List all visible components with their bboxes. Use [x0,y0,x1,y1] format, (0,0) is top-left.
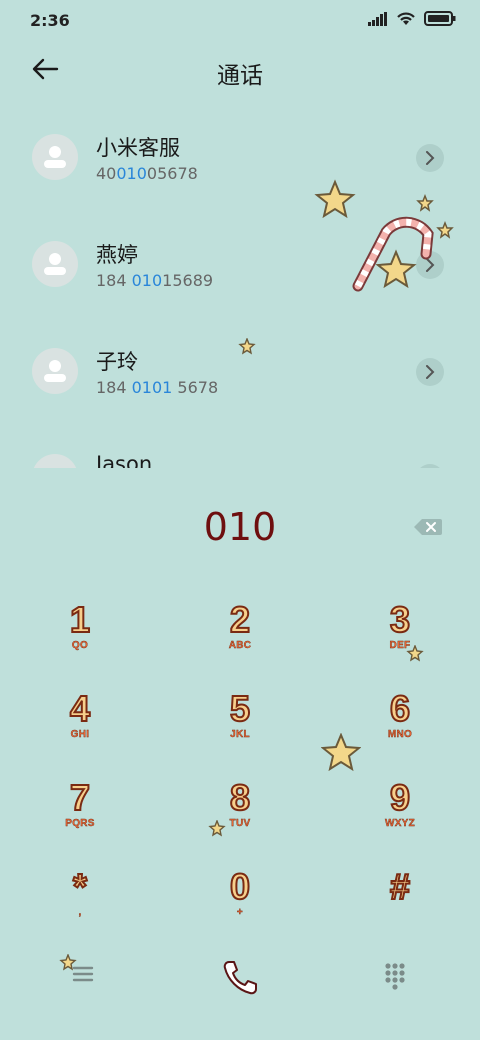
person-icon [44,360,66,382]
phone-icon [223,961,257,995]
backspace-button[interactable] [414,518,442,536]
status-time: 2:36 [30,11,70,30]
match-highlight: 010 [131,271,163,290]
key-1[interactable]: 1 QO [0,599,160,689]
key-9[interactable]: 9 WXYZ [320,777,480,867]
page-title: 通话 [217,63,263,89]
battery-icon [424,11,456,26]
chevron-right-icon [426,365,435,379]
contact-detail-button[interactable] [416,464,444,468]
key-4[interactable]: 4 GHI [0,688,160,778]
person-icon [44,253,66,275]
chevron-right-icon [426,151,435,165]
match-highlight: 010 [116,164,147,183]
key-3[interactable]: 3 DEF [320,599,480,689]
candy-cane-decoration [314,179,454,292]
star-decoration [406,645,424,662]
wifi-icon [397,12,415,25]
signal-icon [368,11,387,26]
contact-name: Jason [96,452,153,468]
call-button[interactable] [220,958,260,995]
contact-number: 4001005678 [96,164,198,183]
contact-name: 小米客服 [96,136,180,160]
bottom-action-bar [0,940,480,1010]
contact-number: 184 01015689 [96,271,214,290]
contact-row[interactable]: Jason [0,420,480,468]
status-icons [368,11,456,26]
star-decoration [321,733,361,772]
contact-detail-button[interactable] [416,358,444,386]
backspace-icon [414,519,442,535]
avatar [32,134,78,180]
dialpad-toggle-button[interactable] [380,958,420,994]
contact-row[interactable]: 子玲 184 0101 5678 [0,314,480,420]
star-decoration [238,338,256,355]
key-5[interactable]: 5 JKL [160,688,320,778]
match-highlight: 0101 [131,378,173,397]
dialpad-icon [385,963,405,990]
contact-name: 燕婷 [96,243,138,267]
person-icon [44,146,66,168]
menu-button[interactable] [66,958,106,994]
header: 通话 [0,48,480,92]
contact-detail-button[interactable] [416,144,444,172]
avatar [32,241,78,287]
key-7[interactable]: 7 PQRS [0,777,160,867]
avatar [32,348,78,394]
contact-name: 子玲 [96,350,138,374]
key-8[interactable]: 8 TUV [160,777,320,867]
star-decoration [208,820,226,837]
key-2[interactable]: 2 ABC [160,599,320,689]
dial-input-display: 010 [203,505,277,549]
status-bar: 2:36 [0,0,480,40]
avatar [32,454,78,468]
contact-number: 184 0101 5678 [96,378,219,397]
menu-icon [72,966,94,982]
